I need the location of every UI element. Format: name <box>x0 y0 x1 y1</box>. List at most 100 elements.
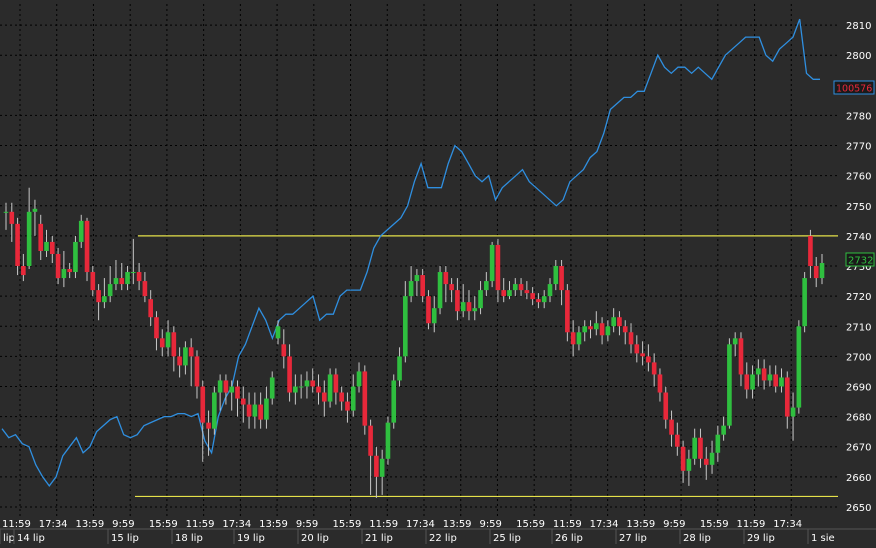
y-tick-label: 2700 <box>846 352 871 363</box>
candle-body-up <box>489 244 495 282</box>
candle-body-up <box>217 380 223 393</box>
candle-body-down <box>119 278 125 285</box>
candle-body-up <box>397 356 402 381</box>
y-tick-label: 2670 <box>846 443 871 454</box>
last-price-label: 2732 <box>848 256 873 267</box>
candle-body-down <box>443 272 449 285</box>
time-tick-label: 9:59 <box>296 519 318 530</box>
candle-body-down <box>374 455 379 477</box>
candle-body-up <box>269 377 275 399</box>
candle-body-up <box>756 368 761 375</box>
candle-body-down <box>362 371 368 426</box>
candle-body-up <box>779 377 784 387</box>
candle-body-up <box>715 434 721 453</box>
candle-body-up <box>131 272 136 274</box>
y-tick-label: 2760 <box>846 172 871 183</box>
candle-body-down <box>194 356 200 387</box>
candle-body-down <box>281 344 287 357</box>
candlestick-chart: 2650 2660 2670 2680 2690 2700 2710 2720 2730 2740… <box>0 0 876 544</box>
time-tick-label: 13:59 <box>443 519 472 530</box>
y-tick-label: 2770 <box>846 142 871 153</box>
candle-body-down <box>698 437 703 459</box>
candle-body-up <box>78 220 84 242</box>
candle-body-up <box>553 266 559 285</box>
time-tick-label: 11:59 <box>553 519 582 530</box>
candle-body-up <box>732 338 738 345</box>
day-label: 1 sie <box>811 533 835 544</box>
candles <box>3 187 825 498</box>
candle-body-up <box>611 317 616 327</box>
candle-body-up <box>165 332 171 348</box>
candle-body-down <box>738 338 744 375</box>
candle-body-up <box>385 422 391 459</box>
time-tick-label: 17:34 <box>590 519 619 530</box>
candle-body-down <box>316 386 321 393</box>
y-tick-label: 2800 <box>846 51 871 62</box>
candle-body-down <box>808 235 813 267</box>
candle-body-down <box>426 296 431 324</box>
candle-body-down <box>223 380 229 393</box>
candle-body-up <box>125 272 130 285</box>
candle-body-down <box>148 299 153 318</box>
y-tick-label: 2720 <box>846 292 871 303</box>
candle-body-down <box>559 266 564 291</box>
candle-body-down <box>55 253 61 279</box>
candle-body-up <box>414 275 420 282</box>
candle-body-up <box>512 284 518 291</box>
overlay-price-label: 100576 <box>836 84 872 95</box>
y-tick-label: 2750 <box>846 202 871 213</box>
candle-body-up <box>541 296 547 303</box>
y-tick-label: 2680 <box>846 413 871 424</box>
candle-body-up <box>293 386 298 393</box>
overlay-line <box>1 18 820 487</box>
grid <box>0 4 838 516</box>
day-label: 22 lip <box>429 533 457 544</box>
time-tick-label: 11:59 <box>2 519 31 530</box>
candle-body-down <box>49 241 55 254</box>
day-label: 14 lip <box>17 533 45 544</box>
candle-body-up <box>26 211 32 267</box>
candle-body-down <box>680 446 686 471</box>
candle-body-down <box>21 266 26 276</box>
time-tick-label: 9:59 <box>663 519 685 530</box>
day-label: 28 lip <box>683 533 711 544</box>
candle-body-down <box>703 458 709 465</box>
candle-body-up <box>212 392 217 429</box>
candle-body-down <box>177 356 182 366</box>
candle-body-down <box>420 275 425 297</box>
candle-body-up <box>478 290 483 309</box>
y-tick-label: 2740 <box>846 232 871 243</box>
candle-body-down <box>622 326 628 333</box>
candle-body-up <box>727 344 732 426</box>
candle-body-down <box>339 392 344 402</box>
day-label: 27 lip <box>619 533 647 544</box>
y-axis: 2650266026702680269027002710272027302740… <box>846 21 871 514</box>
candle-body-down <box>524 290 530 294</box>
candle-body-up <box>709 452 715 465</box>
candle-body-down <box>287 356 292 393</box>
candle-body-up <box>472 308 478 312</box>
candle-body-down <box>171 332 177 357</box>
y-tick-label: 2660 <box>846 473 871 484</box>
candle-body-down <box>90 272 96 291</box>
candle-body-up <box>275 326 281 339</box>
candle-body-down <box>495 244 501 291</box>
candle-body-up <box>229 386 235 393</box>
time-tick-label: 11:59 <box>369 519 398 530</box>
candle-body-down <box>675 434 680 447</box>
candle-body-up <box>327 374 333 402</box>
candle-body-down <box>651 362 657 375</box>
candle-body-up <box>252 404 258 417</box>
candle-body-down <box>96 290 101 303</box>
candle-body-up <box>304 380 310 387</box>
candle-body-down <box>599 323 605 336</box>
candle-body-up <box>391 380 397 423</box>
candle-body-down <box>206 422 211 429</box>
candle-body-up <box>44 241 49 251</box>
candle-body-down <box>588 326 593 330</box>
candle-body-up <box>3 211 9 213</box>
candle-body-up <box>113 278 119 285</box>
overlay-series <box>1 18 820 487</box>
candle-body-up <box>298 386 304 388</box>
candle-body-down <box>518 284 524 291</box>
